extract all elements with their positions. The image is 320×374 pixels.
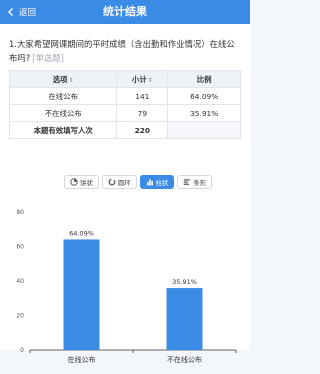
- ring-chart-button[interactable]: 圆环: [101, 175, 137, 189]
- chart-area: 0 20 40 60 80 64.09% 在线公布 35.91% 不在线公布: [0, 204, 250, 374]
- question-block: 1.大家希望网课期间的平时成绩（含出勤和作业情况）在线公布吗? [单选题]: [9, 37, 243, 65]
- app-header: 返回 统计结果: [0, 0, 250, 24]
- y-tick-label: 60: [16, 244, 24, 251]
- bar-chart-icon: [146, 179, 153, 186]
- table-total-row: 本题有效填写人次 220: [8, 121, 241, 139]
- bar-value-label: 35.91%: [172, 278, 197, 286]
- question-type: [单选题]: [32, 53, 64, 63]
- bar: [166, 288, 203, 350]
- header-option[interactable]: 选项⇕: [8, 70, 118, 88]
- bar-chart-button[interactable]: 柱状: [139, 175, 175, 189]
- pie-chart-icon: [70, 178, 78, 186]
- sort-icon[interactable]: ⇕: [148, 77, 153, 84]
- total-empty-cell: [167, 121, 241, 139]
- ring-chart-icon: [108, 178, 116, 186]
- row-percent: 64.09%: [167, 87, 241, 105]
- y-tick-label: 40: [16, 278, 24, 285]
- row-option: 在线公布: [8, 87, 118, 105]
- y-tick-label: 20: [16, 313, 24, 320]
- strip-chart-button[interactable]: 条形: [177, 175, 213, 189]
- stats-table: 选项⇕ 小计⇕ 比例 在线公布 141 64.09% 不在线公布 79 35.9…: [8, 70, 241, 139]
- y-tick-label: 0: [20, 347, 24, 354]
- header-count[interactable]: 小计⇕: [116, 70, 169, 88]
- sort-icon[interactable]: ⇕: [69, 77, 74, 84]
- row-percent: 35.91%: [167, 104, 241, 122]
- header-percent: 比例: [167, 70, 241, 88]
- chart-type-toggle: 饼状 圆环 柱状 条形: [64, 175, 213, 189]
- table-header-row: 选项⇕ 小计⇕ 比例: [8, 70, 241, 88]
- page-title: 统计结果: [103, 5, 147, 18]
- row-option: 不在线公布: [8, 104, 118, 122]
- x-category-label: 在线公布: [68, 355, 96, 364]
- table-row: 在线公布 141 64.09%: [8, 87, 241, 105]
- x-category-label: 不在线公布: [167, 355, 202, 364]
- bar: [63, 239, 100, 350]
- strip-chart-icon: [184, 179, 191, 185]
- y-tick-label: 80: [16, 209, 24, 216]
- row-count: 141: [116, 87, 169, 105]
- pie-chart-button[interactable]: 饼状: [64, 175, 99, 189]
- total-label: 本题有效填写人次: [8, 121, 118, 139]
- content-area: 1.大家希望网课期间的平时成绩（含出勤和作业情况）在线公布吗? [单选题] 选项⇕…: [0, 24, 250, 364]
- table-row: 不在线公布 79 35.91%: [8, 104, 241, 122]
- total-value: 220: [116, 121, 169, 139]
- bar-value-label: 64.09%: [69, 229, 94, 237]
- row-count: 79: [116, 104, 169, 122]
- bar-chart: 0 20 40 60 80 64.09% 在线公布 35.91% 不在线公布: [16, 209, 237, 364]
